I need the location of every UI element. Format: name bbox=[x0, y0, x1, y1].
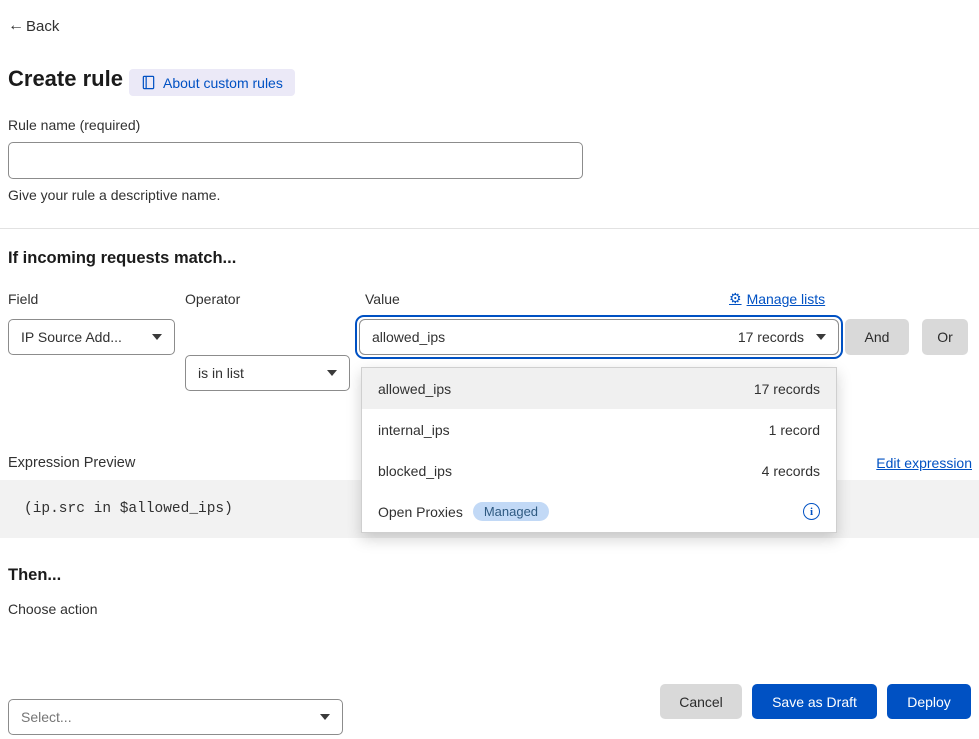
manage-lists-label: Manage lists bbox=[747, 291, 826, 307]
cancel-button[interactable]: Cancel bbox=[660, 684, 742, 719]
action-select-placeholder: Select... bbox=[21, 709, 72, 725]
chevron-down-icon bbox=[320, 714, 330, 720]
back-arrow-icon: ← bbox=[8, 17, 24, 35]
match-section-heading: If incoming requests match... bbox=[8, 249, 236, 268]
list-item-record-count: 17 records bbox=[754, 381, 820, 397]
or-button[interactable]: Or bbox=[922, 319, 968, 355]
value-column-label: Value bbox=[365, 291, 400, 307]
book-icon bbox=[141, 75, 156, 90]
back-label: Back bbox=[26, 18, 59, 35]
list-item-record-count: 4 records bbox=[762, 463, 820, 479]
chevron-down-icon bbox=[152, 334, 162, 340]
expression-preview-label: Expression Preview bbox=[8, 455, 135, 471]
value-select-value: allowed_ips bbox=[372, 329, 445, 345]
operator-select-value: is in list bbox=[198, 365, 244, 381]
expression-code: (ip.src in $allowed_ips) bbox=[24, 501, 233, 517]
rule-name-help-text: Give your rule a descriptive name. bbox=[8, 187, 220, 203]
value-select-record-count: 17 records bbox=[738, 329, 804, 345]
deploy-button[interactable]: Deploy bbox=[887, 684, 971, 719]
list-item-open-proxies[interactable]: Open Proxies Managed i bbox=[362, 491, 836, 532]
back-link[interactable]: ←Back bbox=[8, 17, 59, 35]
list-item-internal-ips[interactable]: internal_ips 1 record bbox=[362, 409, 836, 450]
list-item-blocked-ips[interactable]: blocked_ips 4 records bbox=[362, 450, 836, 491]
value-select-focus-ring: allowed_ips 17 records bbox=[355, 315, 843, 359]
edit-expression-link[interactable]: Edit expression bbox=[876, 455, 972, 471]
gear-icon: ⚙ bbox=[729, 290, 742, 307]
list-item-name: blocked_ips bbox=[378, 463, 452, 479]
and-button[interactable]: And bbox=[845, 319, 909, 355]
chevron-down-icon bbox=[816, 334, 826, 340]
manage-lists-link[interactable]: ⚙ Manage lists bbox=[729, 290, 825, 307]
list-item-allowed-ips[interactable]: allowed_ips 17 records bbox=[362, 368, 836, 409]
action-select[interactable]: Select... bbox=[8, 699, 343, 735]
managed-badge: Managed bbox=[473, 502, 549, 521]
list-item-name: allowed_ips bbox=[378, 381, 451, 397]
list-item-record-count: 1 record bbox=[769, 422, 820, 438]
value-select[interactable]: allowed_ips 17 records bbox=[359, 319, 839, 355]
info-icon[interactable]: i bbox=[803, 503, 820, 520]
page-title: Create rule bbox=[8, 66, 123, 92]
field-column-label: Field bbox=[8, 291, 38, 307]
field-select-value: IP Source Add... bbox=[21, 329, 122, 345]
then-section-heading: Then... bbox=[8, 566, 61, 585]
field-select[interactable]: IP Source Add... bbox=[8, 319, 175, 355]
list-item-name: internal_ips bbox=[378, 422, 450, 438]
rule-name-label: Rule name (required) bbox=[8, 117, 140, 133]
about-badge-label: About custom rules bbox=[163, 75, 283, 91]
choose-action-label: Choose action bbox=[8, 601, 98, 617]
about-custom-rules-link[interactable]: About custom rules bbox=[129, 69, 295, 96]
save-as-draft-button[interactable]: Save as Draft bbox=[752, 684, 877, 719]
list-item-name: Open Proxies bbox=[378, 504, 463, 520]
rule-name-input[interactable] bbox=[8, 142, 583, 179]
chevron-down-icon bbox=[327, 370, 337, 376]
operator-select[interactable]: is in list bbox=[185, 355, 350, 391]
value-dropdown-menu: allowed_ips 17 records internal_ips 1 re… bbox=[361, 367, 837, 533]
section-divider bbox=[0, 228, 979, 229]
operator-column-label: Operator bbox=[185, 291, 240, 307]
